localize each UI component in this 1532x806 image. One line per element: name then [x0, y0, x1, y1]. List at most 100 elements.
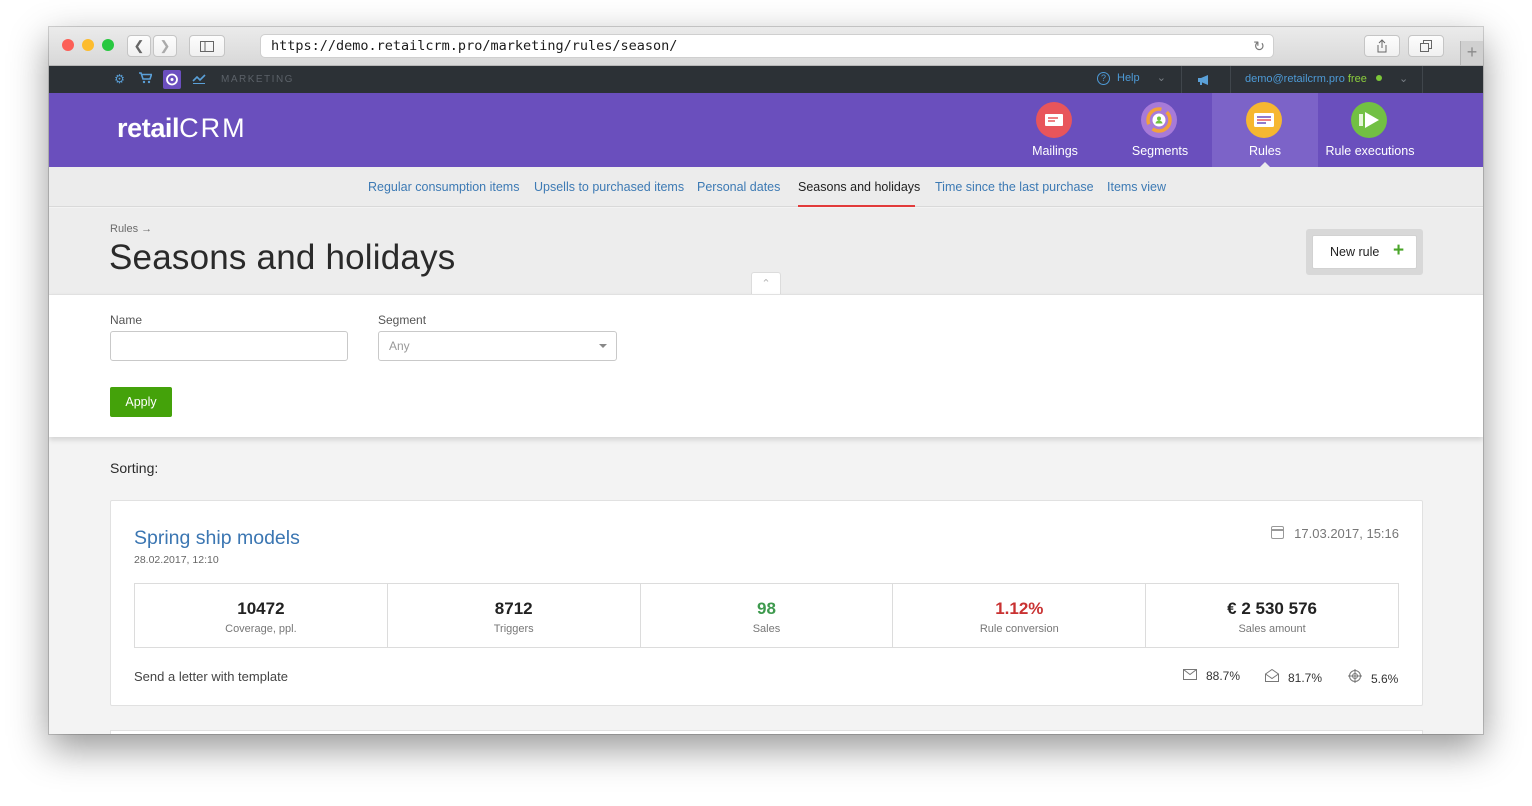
active-tab-underline [798, 205, 915, 207]
reload-icon[interactable]: ↻ [1253, 36, 1265, 58]
envelope-open-icon [1265, 668, 1279, 686]
share-button[interactable] [1364, 35, 1400, 57]
app-header: retailCRM Mailings Segments Rules Rule e… [49, 93, 1483, 168]
metric-opened: 81.7% [1265, 668, 1323, 686]
chevron-down-icon: ⌄ [1156, 72, 1166, 84]
analytics-chart-icon[interactable] [191, 72, 206, 87]
metric-value: 81.7% [1288, 671, 1323, 685]
retailcrm-logo[interactable]: retailCRM [117, 113, 247, 144]
rules-subnav: Regular consumption items Upsells to pur… [49, 167, 1483, 207]
minimize-window-button[interactable] [82, 39, 94, 51]
calendar-icon [1271, 526, 1285, 539]
tab-items-view[interactable]: Items view [1107, 180, 1166, 194]
metric-value: 5.6% [1371, 672, 1399, 686]
nav-mailings[interactable]: Mailings [1002, 93, 1108, 167]
segment-filter-label: Segment [378, 313, 427, 327]
stat-triggers: 8712 Triggers [388, 584, 641, 647]
stat-label: Triggers [493, 623, 534, 635]
target-icon [1348, 669, 1362, 687]
stat-coverage: 10472 Coverage, ppl. [135, 584, 388, 647]
chevron-up-icon: ⌃ [761, 277, 771, 290]
new-rule-label: New rule [1330, 245, 1380, 259]
name-filter-label: Name [110, 313, 143, 327]
stat-sales-amount: € 2 530 576 Sales amount [1146, 584, 1398, 647]
rule-card: Spring ship models 28.02.2017, 12:10 17.… [110, 500, 1423, 706]
stat-value: 8712 [494, 599, 533, 618]
collapse-filter-button[interactable]: ⌃ [751, 272, 781, 294]
nav-rule-executions-label: Rule executions [1325, 144, 1415, 158]
topbar-divider [1422, 66, 1423, 93]
app-topbar: ⚙ MARKETING ? Help ⌄ demo@retailcrm.pro f… [49, 66, 1483, 93]
tabs-overview-button[interactable] [1408, 35, 1444, 57]
sidebar-icon [200, 41, 214, 52]
stat-label: Sales amount [1238, 623, 1306, 635]
sidebar-toggle-button[interactable] [189, 35, 225, 57]
metric-delivered: 88.7% [1183, 669, 1240, 684]
tab-time-since-last-purchase[interactable]: Time since the last purchase [935, 180, 1094, 194]
segment-filter-select[interactable]: Any [378, 331, 617, 361]
rule-executions-icon [1351, 102, 1387, 138]
dropdown-arrow-icon [599, 344, 607, 348]
segment-selected-value: Any [389, 339, 410, 353]
segments-icon [1141, 102, 1177, 138]
zoom-window-button[interactable] [102, 39, 114, 51]
browser-toolbar: ❮ ❯ https://demo.retailcrm.pro/marketing… [49, 27, 1483, 66]
browser-window: ❮ ❯ https://demo.retailcrm.pro/marketing… [49, 27, 1483, 734]
settings-gear-icon[interactable]: ⚙ [112, 72, 127, 87]
rule-stats: 10472 Coverage, ppl. 8712 Triggers 98 Sa… [134, 583, 1399, 648]
plan-badge: free [1347, 73, 1367, 85]
help-menu[interactable]: ? Help ⌄ [1097, 71, 1166, 85]
rule-title-link[interactable]: Spring ship models [134, 527, 300, 550]
stat-sales: 98 Sales [641, 584, 894, 647]
tabs-icon [1420, 40, 1432, 52]
apply-button[interactable]: Apply [110, 387, 172, 417]
stat-label: Coverage, ppl. [225, 623, 297, 635]
page-title: Seasons and holidays [109, 238, 456, 277]
stat-value: 10472 [237, 599, 285, 618]
new-rule-button[interactable]: New rule + [1312, 235, 1417, 269]
user-menu[interactable]: demo@retailcrm.pro free ⌄ [1245, 72, 1408, 85]
forward-button[interactable]: ❯ [153, 35, 177, 57]
rule-card-next [110, 730, 1423, 734]
stat-label: Sales [752, 623, 781, 635]
tab-personal-dates[interactable]: Personal dates [697, 180, 780, 194]
mailings-icon [1036, 102, 1072, 138]
tab-seasons-and-holidays[interactable]: Seasons and holidays [798, 180, 920, 194]
nav-segments[interactable]: Segments [1107, 93, 1213, 167]
logo-crm-text: CRM [179, 113, 247, 143]
filter-panel: Name Segment Any Apply [49, 294, 1483, 437]
metric-conversion: 5.6% [1348, 669, 1398, 687]
rules-icon [1246, 102, 1282, 138]
stat-value: 98 [757, 599, 776, 618]
stat-value: € 2 530 576 [1227, 599, 1317, 618]
nav-mailings-label: Mailings [1032, 144, 1078, 158]
nav-rules[interactable]: Rules [1212, 93, 1318, 168]
topbar-divider [1181, 66, 1182, 93]
section-label: MARKETING [221, 74, 294, 85]
chevron-down-icon: ⌄ [1398, 73, 1409, 85]
nav-rules-label: Rules [1249, 144, 1281, 158]
nav-rule-executions[interactable]: Rule executions [1317, 93, 1423, 167]
marketing-section-button[interactable] [163, 70, 181, 89]
tab-upsells-to-purchased-items[interactable]: Upsells to purchased items [534, 180, 684, 194]
name-filter-input[interactable] [110, 331, 348, 361]
url-text: https://demo.retailcrm.pro/marketing/rul… [271, 38, 678, 54]
metric-value: 88.7% [1206, 669, 1241, 683]
breadcrumb[interactable]: Rules → [110, 223, 152, 235]
chevron-left-icon: ❮ [133, 38, 145, 53]
tab-regular-consumption-items[interactable]: Regular consumption items [368, 180, 519, 194]
logo-text: retail [117, 113, 180, 143]
sorting-label: Sorting: [110, 460, 159, 476]
announcements-megaphone-icon[interactable] [1197, 73, 1211, 91]
close-window-button[interactable] [62, 39, 74, 51]
new-tab-button[interactable]: + [1460, 41, 1483, 65]
envelope-icon [1183, 669, 1197, 684]
orders-cart-icon[interactable] [138, 72, 153, 87]
address-bar[interactable]: https://demo.retailcrm.pro/marketing/rul… [260, 34, 1274, 58]
marketing-target-icon [166, 73, 178, 86]
back-button[interactable]: ❮ [127, 35, 151, 57]
online-status-dot [1375, 75, 1382, 81]
stat-label: Rule conversion [979, 623, 1059, 635]
share-icon [1377, 39, 1387, 53]
new-rule-wrapper: New rule + [1306, 229, 1423, 275]
